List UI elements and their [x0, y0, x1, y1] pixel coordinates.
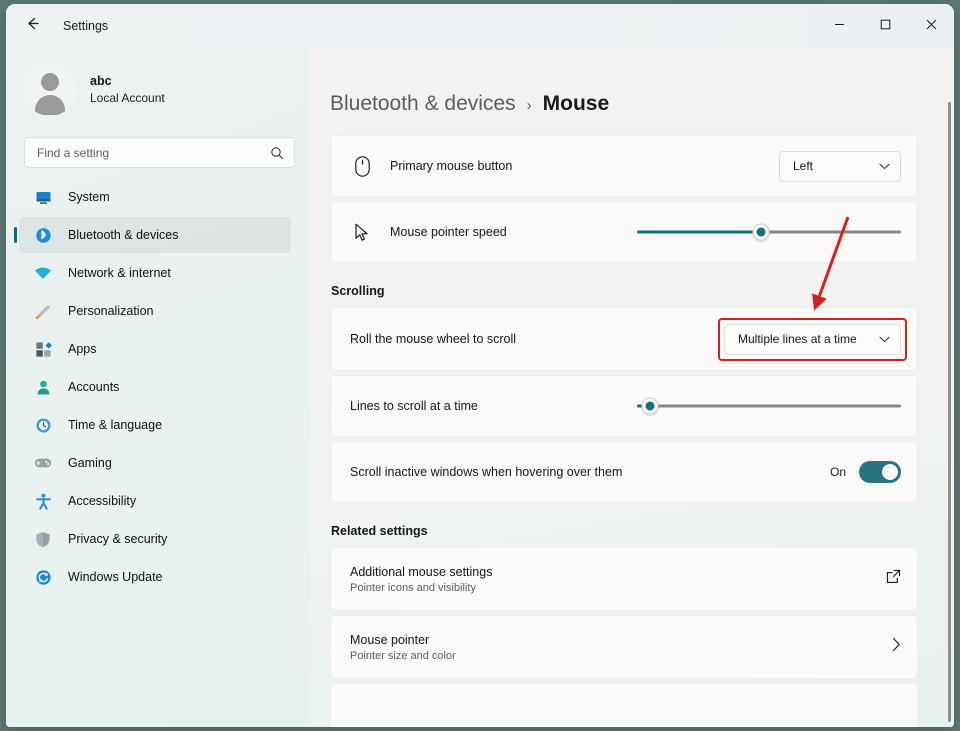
additional-mouse-settings-subtitle: Pointer icons and visibility	[350, 581, 476, 594]
breadcrumb-separator-icon: ›	[526, 97, 532, 114]
roll-mouse-wheel-value: Multiple lines at a time	[738, 332, 857, 346]
page-title: Mouse	[542, 92, 610, 115]
maximize-button[interactable]	[862, 4, 908, 48]
update-refresh-icon	[33, 567, 53, 587]
sidebar-item-label: Accounts	[68, 380, 120, 394]
sidebar-item-system[interactable]: System	[19, 179, 291, 215]
sidebar-item-label: Apps	[68, 342, 97, 356]
breadcrumb: Bluetooth & devices › Mouse	[330, 92, 918, 116]
accessibility-icon	[33, 491, 53, 511]
account-person-icon	[33, 377, 53, 397]
account-type: Local Account	[90, 91, 165, 106]
sidebar-item-label: Personalization	[68, 304, 154, 318]
paintbrush-icon	[33, 301, 53, 321]
minimize-button[interactable]	[816, 4, 862, 48]
apps-grid-icon	[33, 339, 53, 359]
sidebar-item-label: Accessibility	[68, 494, 137, 508]
chevron-down-icon	[879, 159, 890, 173]
window-body: abc Local Account Find a setting System …	[6, 48, 954, 727]
cursor-arrow-icon	[350, 223, 374, 242]
sidebar-item-label: Windows Update	[68, 570, 163, 584]
sidebar-item-label: Time & language	[68, 418, 163, 432]
sidebar-item-windows-update[interactable]: Windows Update	[19, 559, 291, 595]
additional-mouse-settings-title: Additional mouse settings	[350, 564, 493, 579]
sidebar-item-label: System	[68, 190, 110, 204]
sidebar-nav: System Bluetooth & devices Network & int…	[6, 179, 301, 595]
lines-to-scroll-row: Lines to scroll at a time	[330, 375, 918, 437]
system-icon	[33, 187, 53, 207]
search-input[interactable]	[25, 138, 294, 167]
lines-to-scroll-slider[interactable]	[637, 397, 901, 415]
sidebar-item-label: Network & internet	[68, 266, 171, 280]
title-bar: Settings	[6, 4, 954, 48]
scroll-inactive-windows-toggle[interactable]	[859, 461, 901, 483]
close-button[interactable]	[908, 4, 954, 48]
scroll-inactive-windows-label: Scroll inactive windows when hovering ov…	[350, 465, 623, 479]
roll-mouse-wheel-label: Roll the mouse wheel to scroll	[350, 332, 517, 346]
chevron-down-icon	[879, 332, 890, 346]
sidebar-item-privacy-security[interactable]: Privacy & security	[19, 521, 291, 557]
scroll-inactive-windows-row: Scroll inactive windows when hovering ov…	[330, 441, 918, 503]
primary-mouse-button-label: Primary mouse button	[390, 159, 513, 173]
sidebar-item-label: Privacy & security	[68, 532, 168, 546]
breadcrumb-parent-link[interactable]: Bluetooth & devices	[330, 92, 516, 116]
mouse-pointer-subtitle: Pointer size and color	[350, 649, 456, 662]
window-title: Settings	[63, 19, 109, 33]
additional-mouse-settings-row[interactable]: Additional mouse settings Pointer icons …	[330, 547, 918, 611]
sidebar-item-network-internet[interactable]: Network & internet	[19, 255, 291, 291]
chevron-right-icon	[892, 637, 901, 657]
sidebar-item-label: Bluetooth & devices	[68, 228, 179, 242]
sidebar-item-accounts[interactable]: Accounts	[19, 369, 291, 405]
toggle-knob	[882, 464, 898, 480]
scroll-inactive-state-label: On	[829, 465, 846, 479]
mouse-pointer-speed-label: Mouse pointer speed	[390, 225, 507, 239]
clock-globe-icon	[33, 415, 53, 435]
slider-fill	[637, 230, 762, 234]
mouse-pointer-row[interactable]: Mouse pointer Pointer size and color	[330, 615, 918, 679]
settings-window: Settings abc Local Account Find a settin…	[6, 4, 954, 727]
account-name: abc	[90, 74, 112, 89]
primary-mouse-button-value: Left	[793, 159, 814, 173]
content-scrollbar[interactable]	[948, 102, 951, 722]
sidebar-item-gaming[interactable]: Gaming	[19, 445, 291, 481]
sidebar: abc Local Account Find a setting System …	[6, 48, 310, 727]
search-box[interactable]	[24, 137, 295, 168]
window-controls	[816, 4, 954, 48]
back-arrow-icon	[24, 15, 41, 37]
sidebar-item-bluetooth-devices[interactable]: Bluetooth & devices	[19, 217, 291, 253]
primary-mouse-button-dropdown[interactable]: Left	[779, 150, 901, 182]
account-card[interactable]: abc Local Account	[24, 64, 301, 116]
avatar-icon	[24, 64, 76, 116]
related-settings-heading: Related settings	[331, 524, 428, 538]
sidebar-item-personalization[interactable]: Personalization	[19, 293, 291, 329]
search-icon	[270, 146, 284, 165]
content-pane: Bluetooth & devices › Mouse Primary mous…	[310, 48, 954, 727]
roll-mouse-wheel-dropdown[interactable]: Multiple lines at a time	[724, 323, 901, 355]
scrolling-section-heading: Scrolling	[331, 284, 385, 298]
sidebar-item-label: Gaming	[68, 456, 112, 470]
sidebar-item-accessibility[interactable]: Accessibility	[19, 483, 291, 519]
back-button[interactable]	[17, 11, 47, 41]
primary-mouse-button-row: Primary mouse button Left	[330, 135, 918, 197]
slider-thumb[interactable]	[641, 397, 659, 415]
minimize-icon	[834, 17, 845, 35]
close-icon	[926, 17, 937, 35]
roll-mouse-wheel-row: Roll the mouse wheel to scroll Multiple …	[330, 307, 918, 371]
shield-icon	[33, 529, 53, 549]
bluetooth-icon	[33, 225, 53, 245]
network-wifi-icon	[33, 263, 53, 283]
mouse-pointer-title: Mouse pointer	[350, 632, 430, 647]
mouse-pointer-speed-row: Mouse pointer speed	[330, 201, 918, 263]
mouse-pointer-speed-slider[interactable]	[637, 223, 901, 241]
gamepad-icon	[33, 453, 53, 473]
mouse-icon	[350, 155, 374, 177]
sidebar-item-apps[interactable]: Apps	[19, 331, 291, 367]
maximize-icon	[880, 17, 891, 35]
lines-to-scroll-label: Lines to scroll at a time	[350, 399, 478, 413]
related-settings-row-partial[interactable]	[330, 683, 918, 727]
external-link-icon	[886, 569, 901, 589]
sidebar-item-time-language[interactable]: Time & language	[19, 407, 291, 443]
slider-thumb[interactable]	[752, 223, 770, 241]
